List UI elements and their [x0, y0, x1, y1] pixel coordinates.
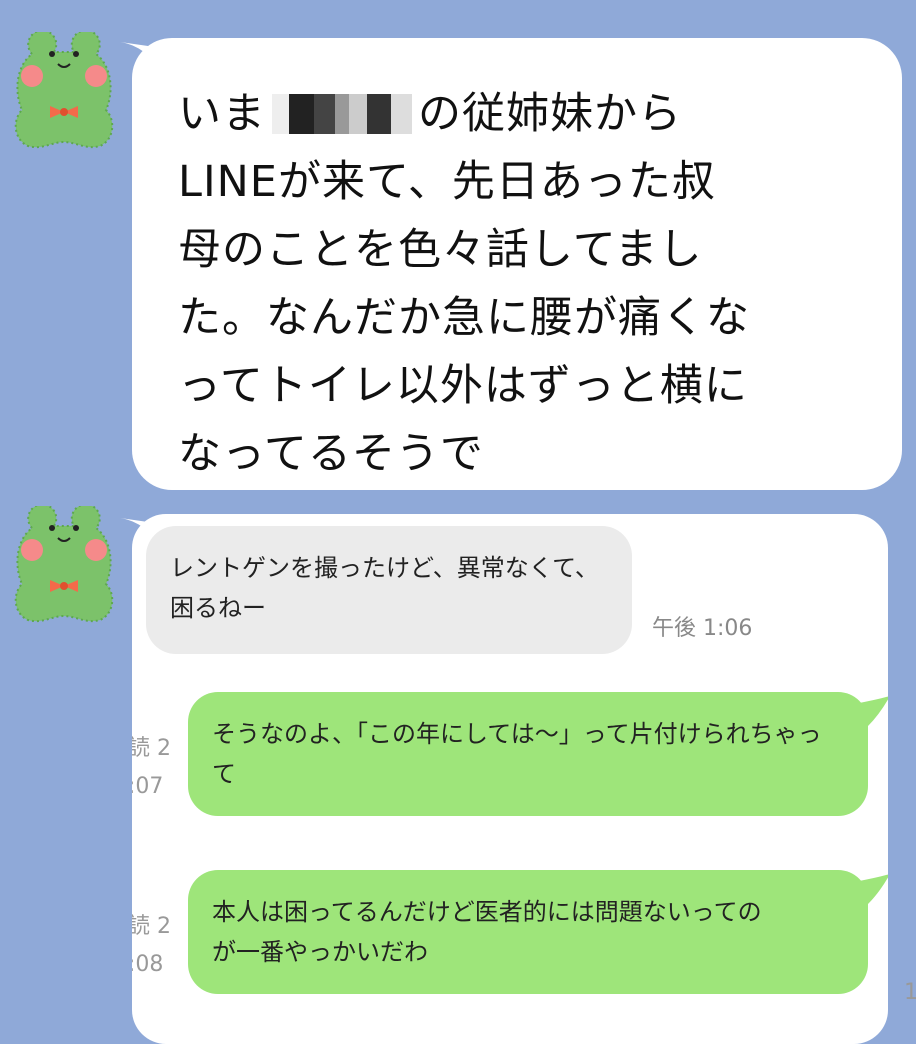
message-text: いま の従姉妹から LINEが来て、先日あった叔 母のことを色々話してまし た。な…: [178, 80, 872, 488]
message-prefix: いま: [178, 89, 266, 139]
message-bubble[interactable]: いま の従姉妹から LINEが来て、先日あった叔 母のことを色々話してまし た。な…: [132, 38, 902, 490]
screenshot-image[interactable]: レントゲンを撮ったけど、異常なくて、 困るねー 午後 1:06 読 2 :07 …: [132, 514, 888, 1044]
frog-avatar-icon[interactable]: [4, 32, 124, 152]
outgoing-tail: [854, 874, 888, 904]
read-receipt: 読 2 :07: [132, 736, 171, 799]
message-body: LINEが来て、先日あった叔 母のことを色々話してまし た。なんだか急に腰が痛く…: [178, 157, 750, 479]
message-timestamp: 午後 1:06: [652, 616, 753, 641]
incoming-message: レントゲンを撮ったけど、異常なくて、 困るねー: [146, 526, 632, 654]
outgoing-message: 本人は困ってるんだけど医者的には問題ないっての が一番やっかいだわ: [188, 870, 868, 994]
read-receipt: 読 2 :08: [132, 914, 171, 977]
redacted-name: [272, 94, 412, 134]
outgoing-message: そうなのよ、「この年にしては〜」って片付けられちゃっ て: [188, 692, 868, 816]
outgoing-tail: [854, 696, 888, 726]
edge-digit: 1: [904, 980, 916, 1005]
message-suffix: の従姉妹から: [418, 89, 682, 139]
frog-avatar-icon[interactable]: [4, 506, 124, 626]
